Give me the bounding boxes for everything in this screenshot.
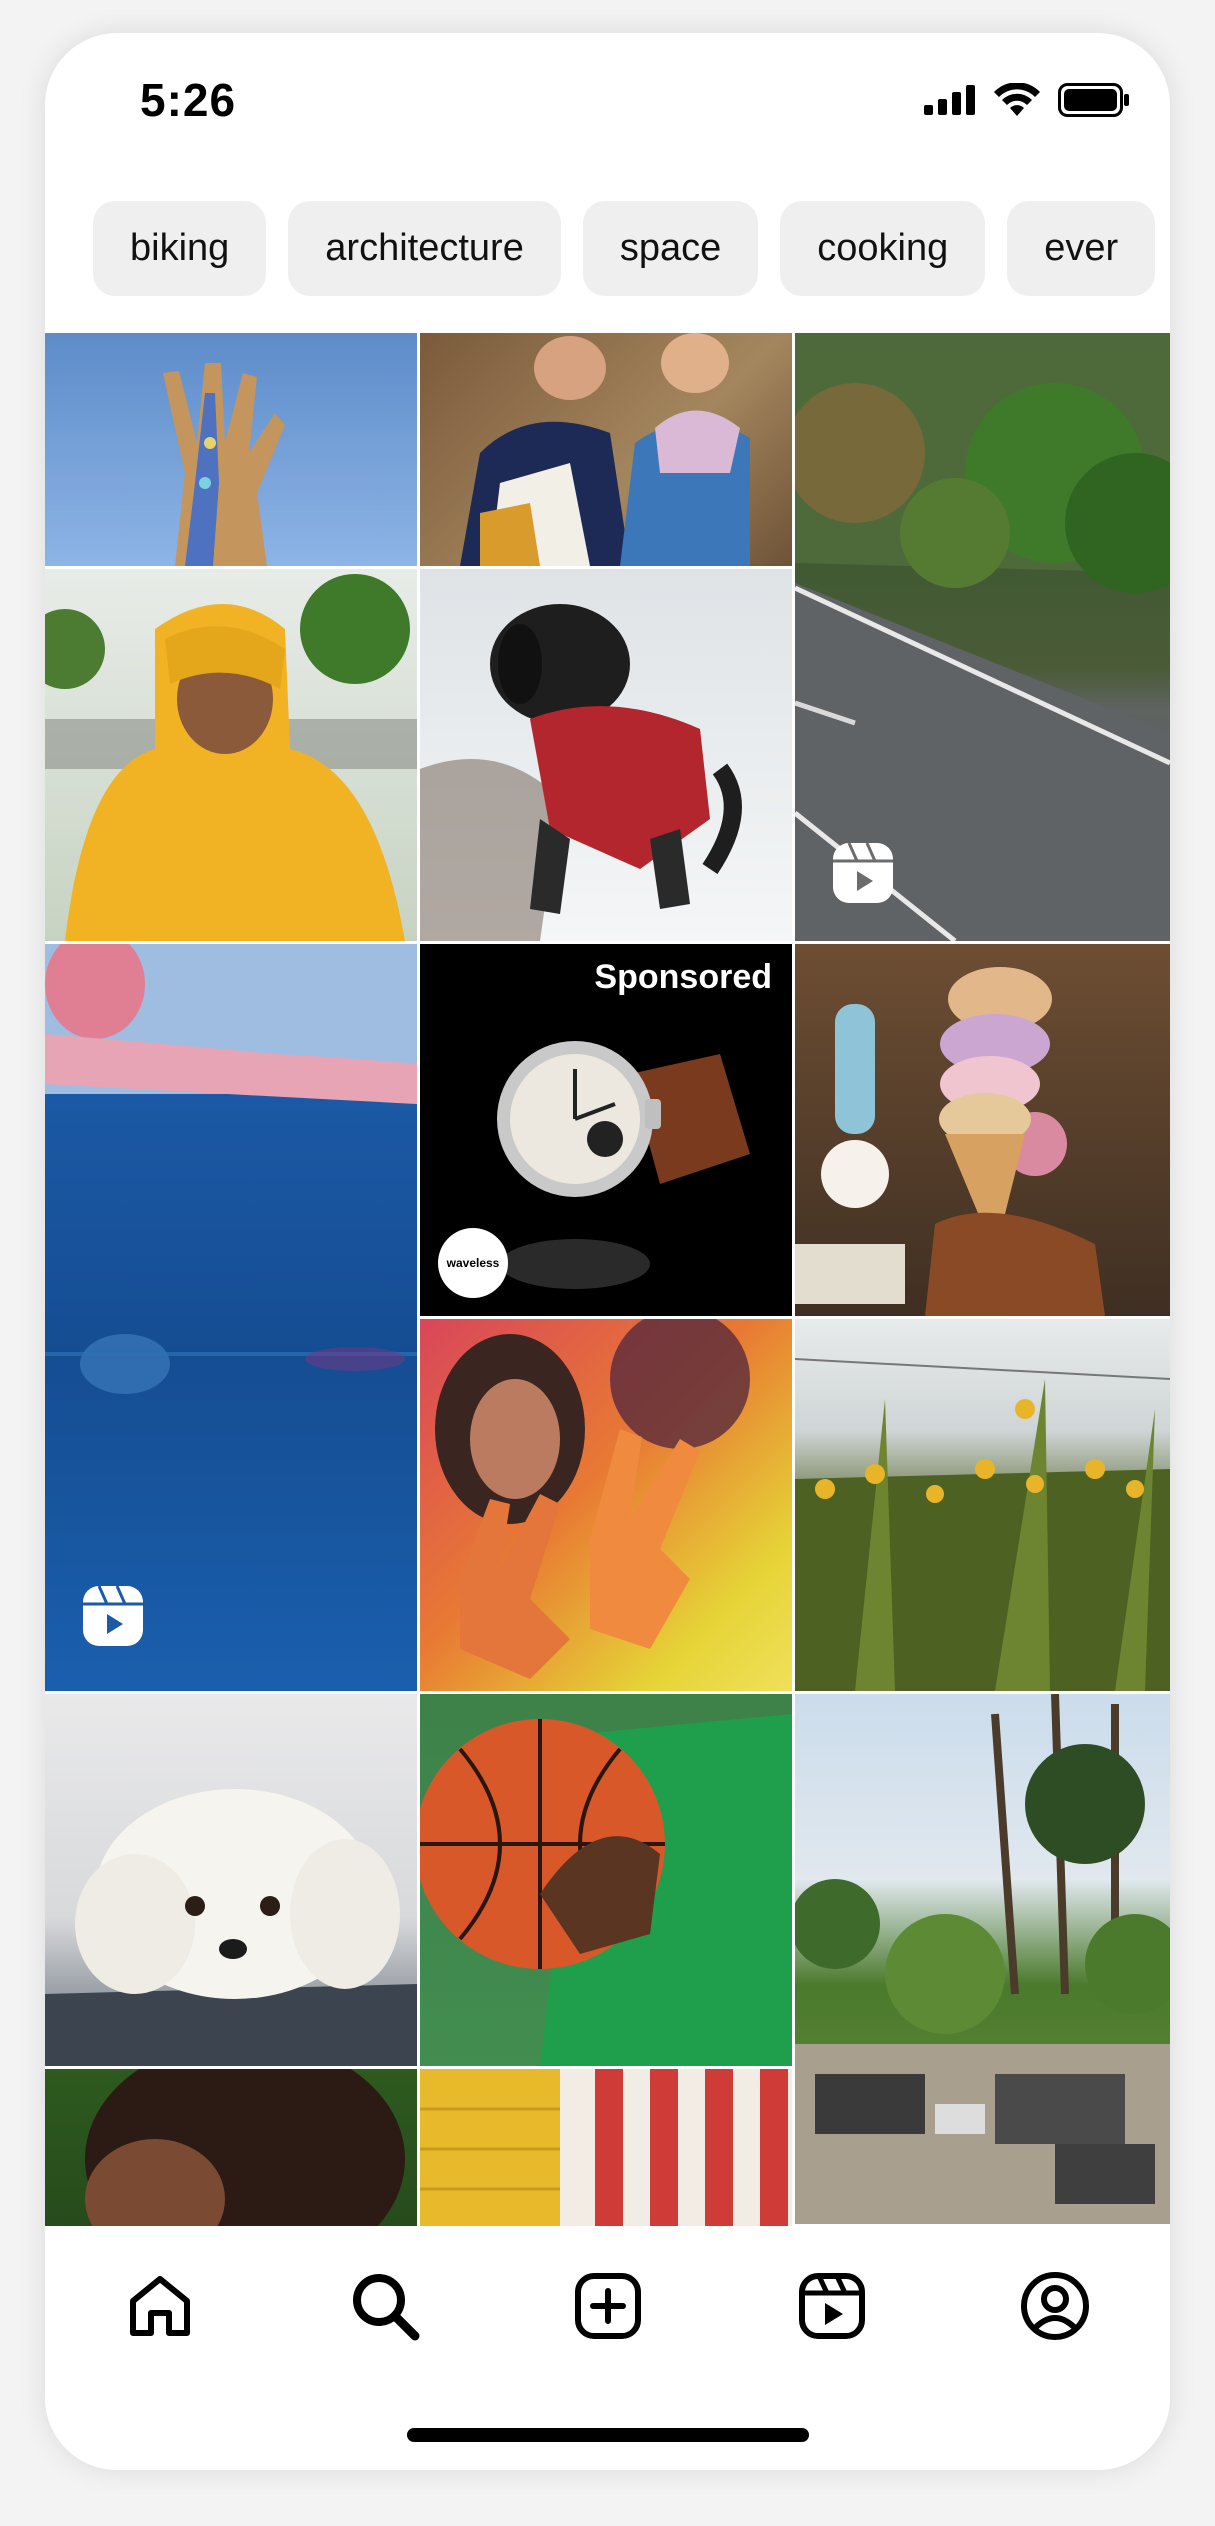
chip-space[interactable]: space	[582, 201, 759, 296]
grid-tile-white-dog[interactable]	[45, 1694, 417, 2066]
grid-tile-yellow-hood[interactable]	[45, 569, 417, 941]
grid-tile-dog-snow[interactable]	[420, 569, 792, 941]
grid-tile-sponsored-watch[interactable]: Sponsored waveless	[420, 944, 792, 1316]
cellular-signal-icon	[924, 85, 975, 115]
home-indicator[interactable]	[407, 2428, 809, 2442]
status-icons	[924, 83, 1130, 117]
grid-tile-sunflowers[interactable]	[795, 1319, 1170, 1691]
grid-tile-glitter-hand[interactable]	[45, 333, 417, 566]
explore-grid: Sponsored waveless	[45, 333, 1170, 2226]
chip-ever[interactable]: ever	[1007, 201, 1156, 296]
tab-reels[interactable]	[792, 2266, 872, 2346]
phone-frame: 5:26 biking architecture space cooking ever	[45, 33, 1170, 2470]
reels-icon	[799, 2273, 865, 2339]
sponsored-label: Sponsored	[594, 958, 772, 996]
wifi-icon	[994, 83, 1040, 116]
grid-tile-patio-garden[interactable]	[795, 1694, 1170, 2224]
grid-tile-road-forest[interactable]	[795, 333, 1170, 941]
tab-home[interactable]	[120, 2266, 200, 2346]
search-icon	[353, 2274, 420, 2341]
chip-architecture[interactable]: architecture	[288, 201, 561, 296]
status-time: 5:26	[140, 74, 237, 126]
reels-badge-icon	[83, 1585, 143, 1646]
grid-tile-curly-hair[interactable]	[45, 2069, 417, 2226]
topic-chips: biking architecture space cooking ever	[93, 201, 1170, 296]
grid-tile-striped-wall[interactable]	[420, 2069, 792, 2226]
create-icon	[575, 2273, 641, 2339]
battery-icon	[1058, 83, 1129, 117]
grid-tile-basketball[interactable]	[420, 1694, 792, 2066]
tab-create[interactable]	[568, 2266, 648, 2346]
tab-search[interactable]	[345, 2266, 425, 2346]
grid-tile-ice-cream[interactable]	[795, 944, 1170, 1316]
grid-tile-couple-lying[interactable]	[420, 333, 792, 566]
sponsor-logo[interactable]: waveless	[438, 1228, 508, 1298]
home-icon	[130, 2276, 190, 2336]
chip-cooking[interactable]: cooking	[780, 201, 986, 296]
chip-biking[interactable]: biking	[93, 201, 267, 296]
profile-icon	[1021, 2272, 1089, 2340]
reels-badge-icon	[833, 842, 893, 903]
tab-profile[interactable]	[1015, 2266, 1095, 2346]
grid-tile-peace-signs[interactable]	[420, 1319, 792, 1691]
grid-tile-ocean-flamingo[interactable]	[45, 944, 417, 1691]
